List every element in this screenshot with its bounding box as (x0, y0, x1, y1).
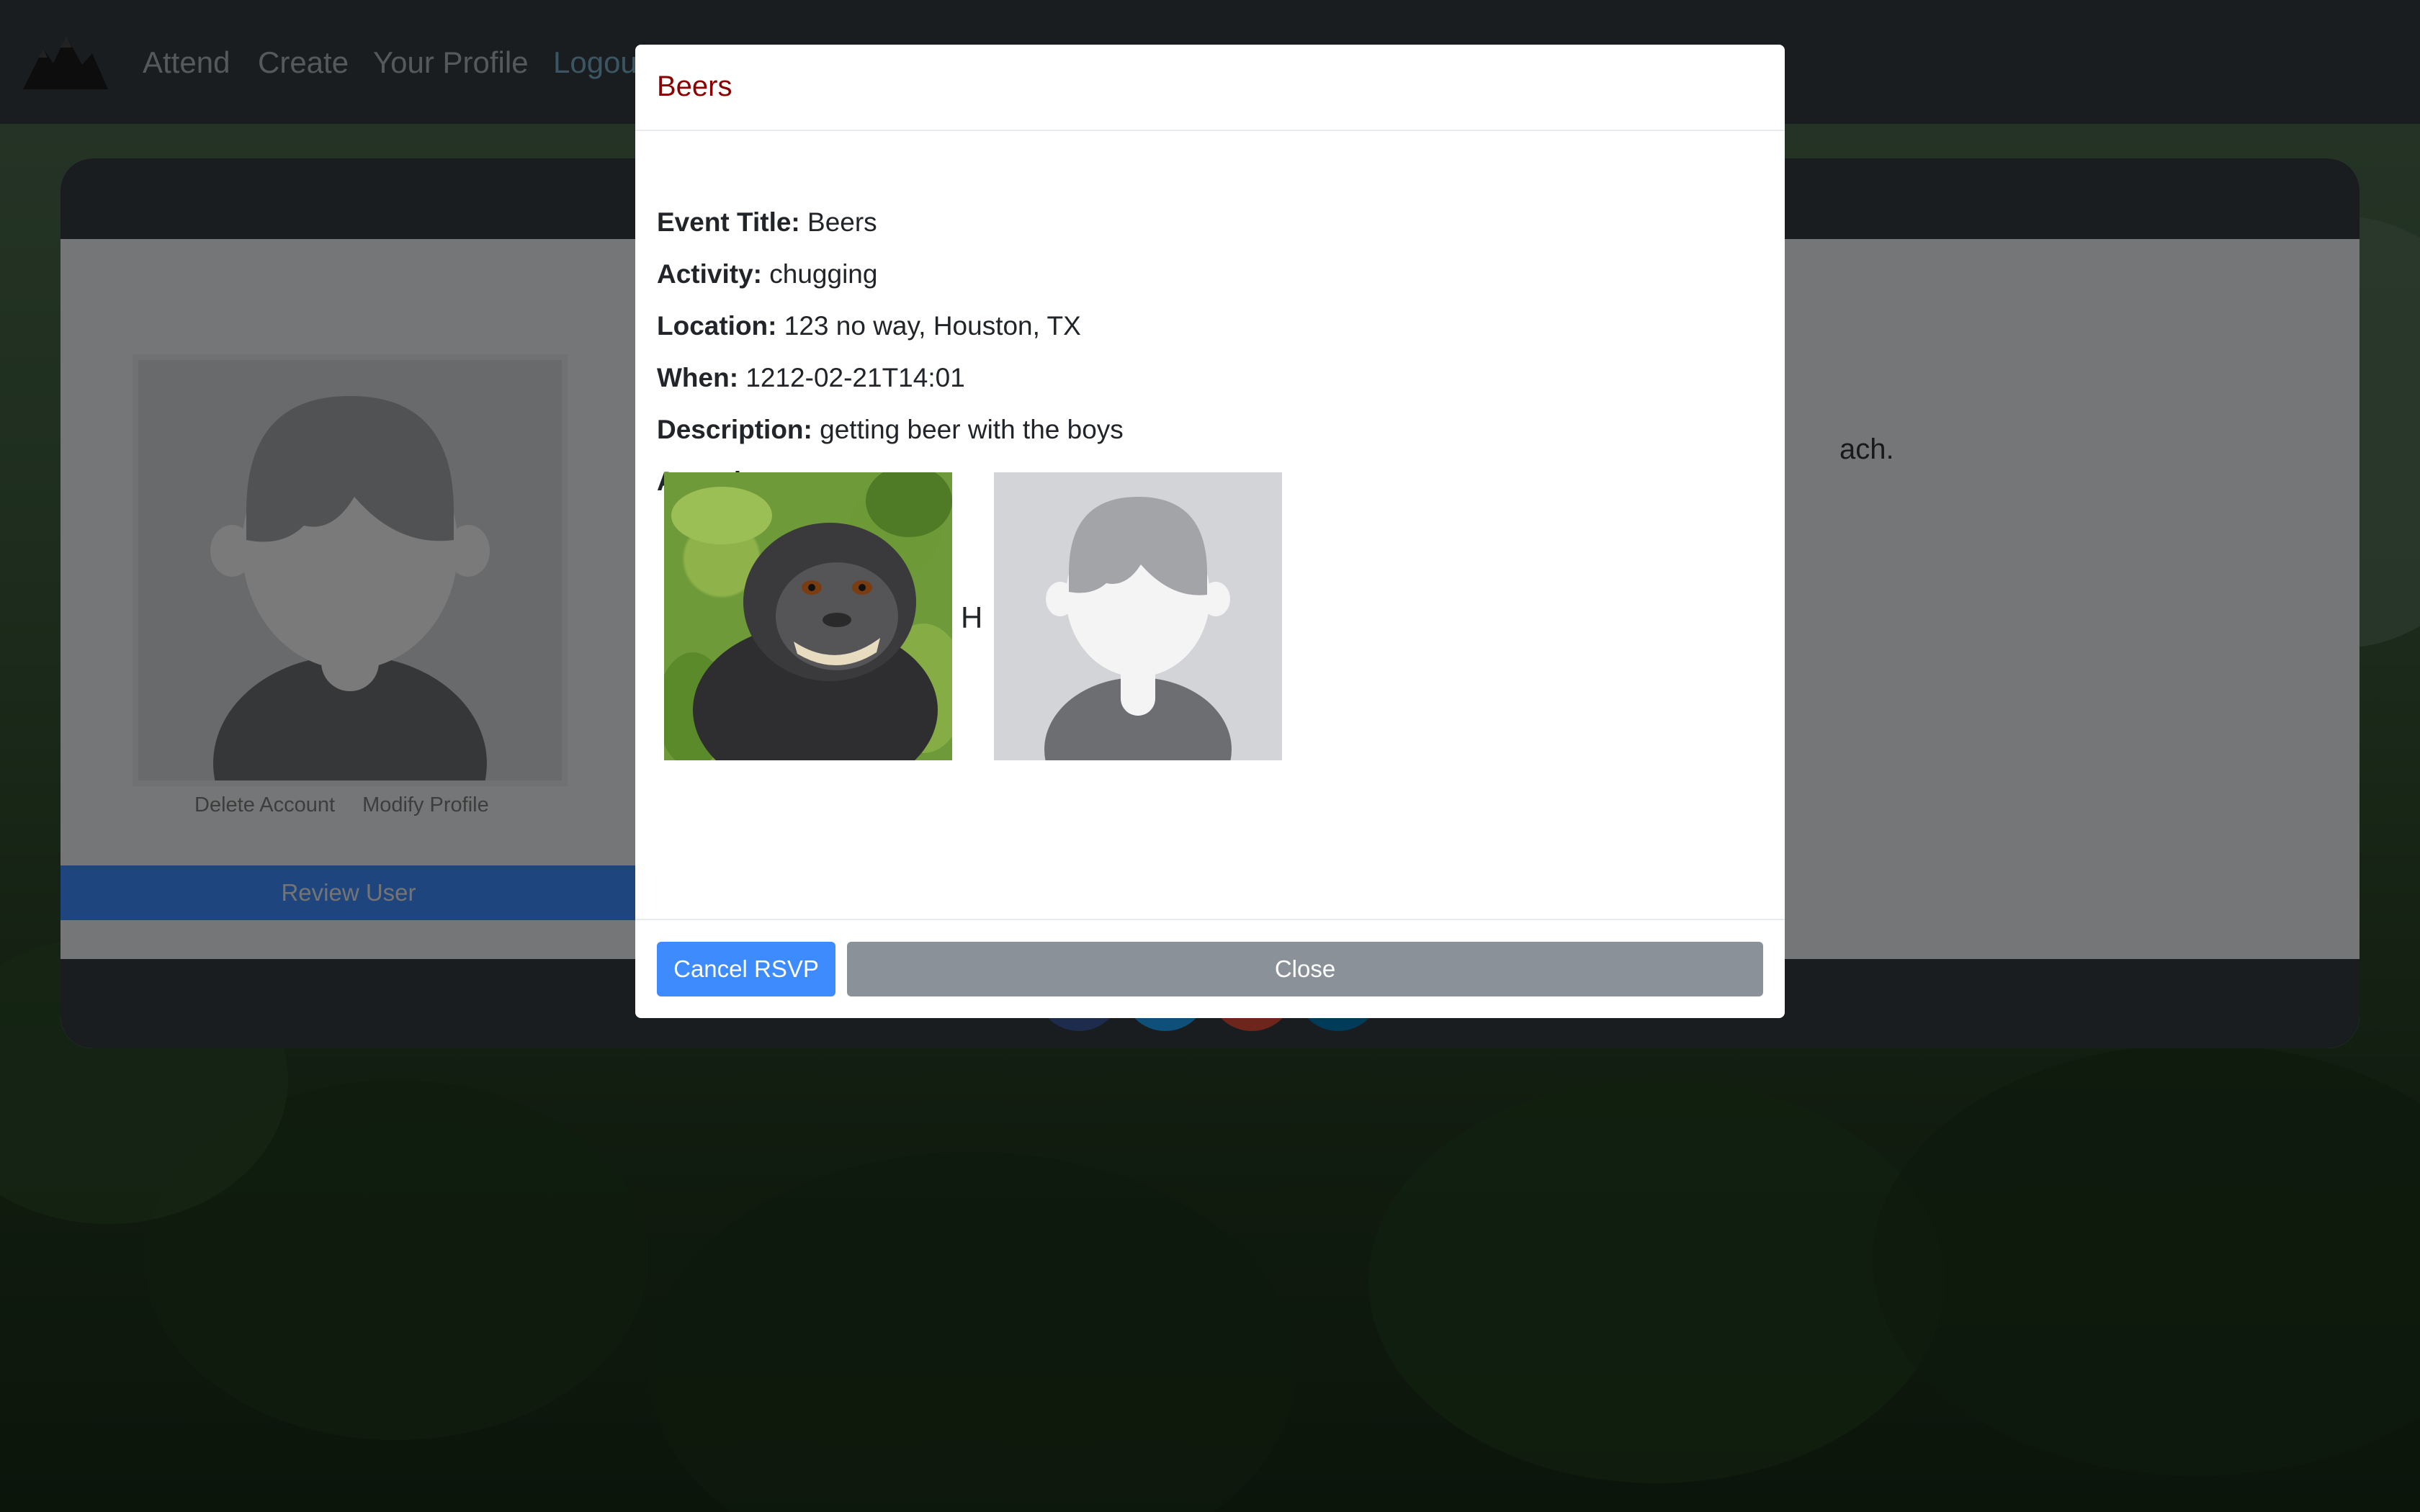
field-activity: Activity: chugging (657, 256, 877, 292)
field-when: When: 1212-02-21T14:01 (657, 360, 965, 396)
field-label: When: (657, 363, 739, 392)
modal-title: Beers (657, 71, 732, 102)
field-label: Description: (657, 415, 812, 444)
field-label: Event Title: (657, 207, 800, 237)
event-modal: Beers Event Title: Beers Activity: chugg… (635, 45, 1785, 1018)
modal-header: Beers (635, 45, 1785, 131)
field-value: Beers (807, 207, 877, 237)
monkey-photo-icon (664, 472, 952, 760)
modal-footer: Cancel RSVP Close (635, 919, 1785, 1018)
default-avatar-icon (994, 472, 1282, 760)
field-event-title: Event Title: Beers (657, 204, 877, 240)
field-label: Location: (657, 311, 777, 341)
attendee-avatar-monkey[interactable] (664, 472, 952, 760)
field-value: getting beer with the boys (820, 415, 1124, 444)
close-button[interactable]: Close (847, 942, 1763, 996)
field-location: Location: 123 no way, Houston, TX (657, 308, 1081, 344)
field-label: Activity: (657, 259, 762, 289)
attendee-avatar-default[interactable] (994, 472, 1282, 760)
field-value: 1212-02-21T14:01 (745, 363, 965, 392)
field-description: Description: getting beer with the boys (657, 412, 1124, 448)
cancel-rsvp-button[interactable]: Cancel RSVP (657, 942, 835, 996)
field-value: 123 no way, Houston, TX (784, 311, 1081, 341)
field-value: chugging (769, 259, 878, 289)
attendee-name: H (961, 600, 983, 634)
